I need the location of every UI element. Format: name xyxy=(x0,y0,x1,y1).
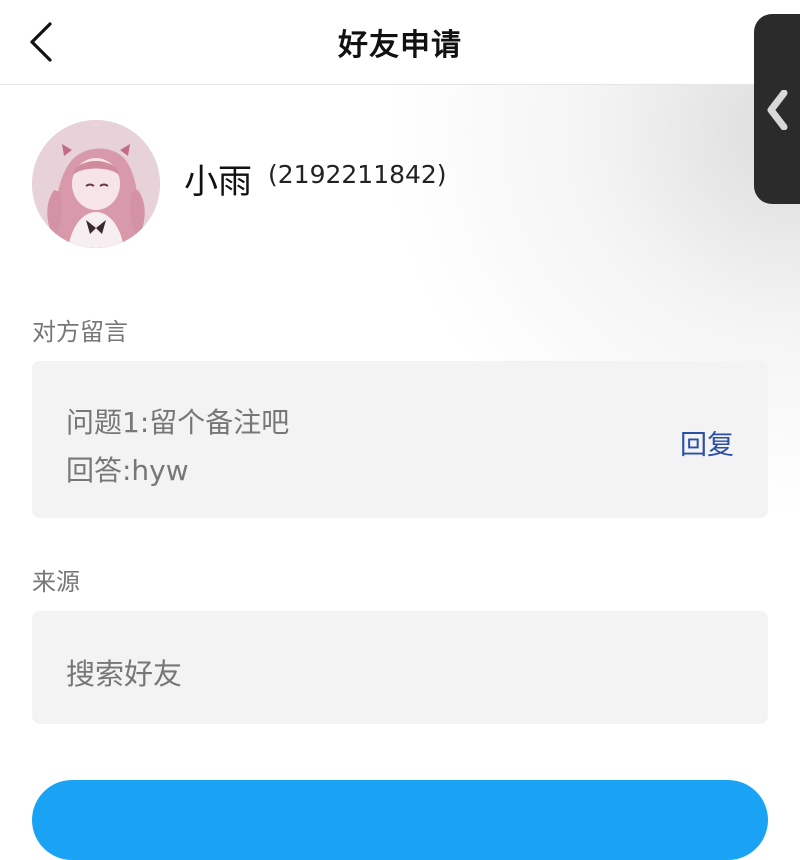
chevron-left-icon xyxy=(767,90,788,130)
page-title: 好友申请 xyxy=(338,28,462,63)
primary-action-button[interactable] xyxy=(32,780,768,860)
friend-id: (2192211842) xyxy=(268,160,447,189)
avatar-illustration xyxy=(32,120,160,248)
nav-bar: 好友申请 xyxy=(0,0,800,85)
source-value: 搜索好友 xyxy=(66,657,183,691)
message-card: 问题1:留个备注吧 回答:hyw 回复 xyxy=(32,361,768,518)
friend-name: 小雨 xyxy=(184,162,252,202)
message-answer: 回答:hyw xyxy=(66,454,189,487)
source-section-label: 来源 xyxy=(32,568,80,596)
message-question: 问题1:留个备注吧 xyxy=(66,406,290,439)
reply-button[interactable]: 回复 xyxy=(680,423,734,462)
source-card: 搜索好友 xyxy=(32,611,768,724)
side-panel-handle[interactable] xyxy=(754,14,800,204)
avatar[interactable] xyxy=(32,120,160,248)
message-section-label: 对方留言 xyxy=(32,318,128,346)
